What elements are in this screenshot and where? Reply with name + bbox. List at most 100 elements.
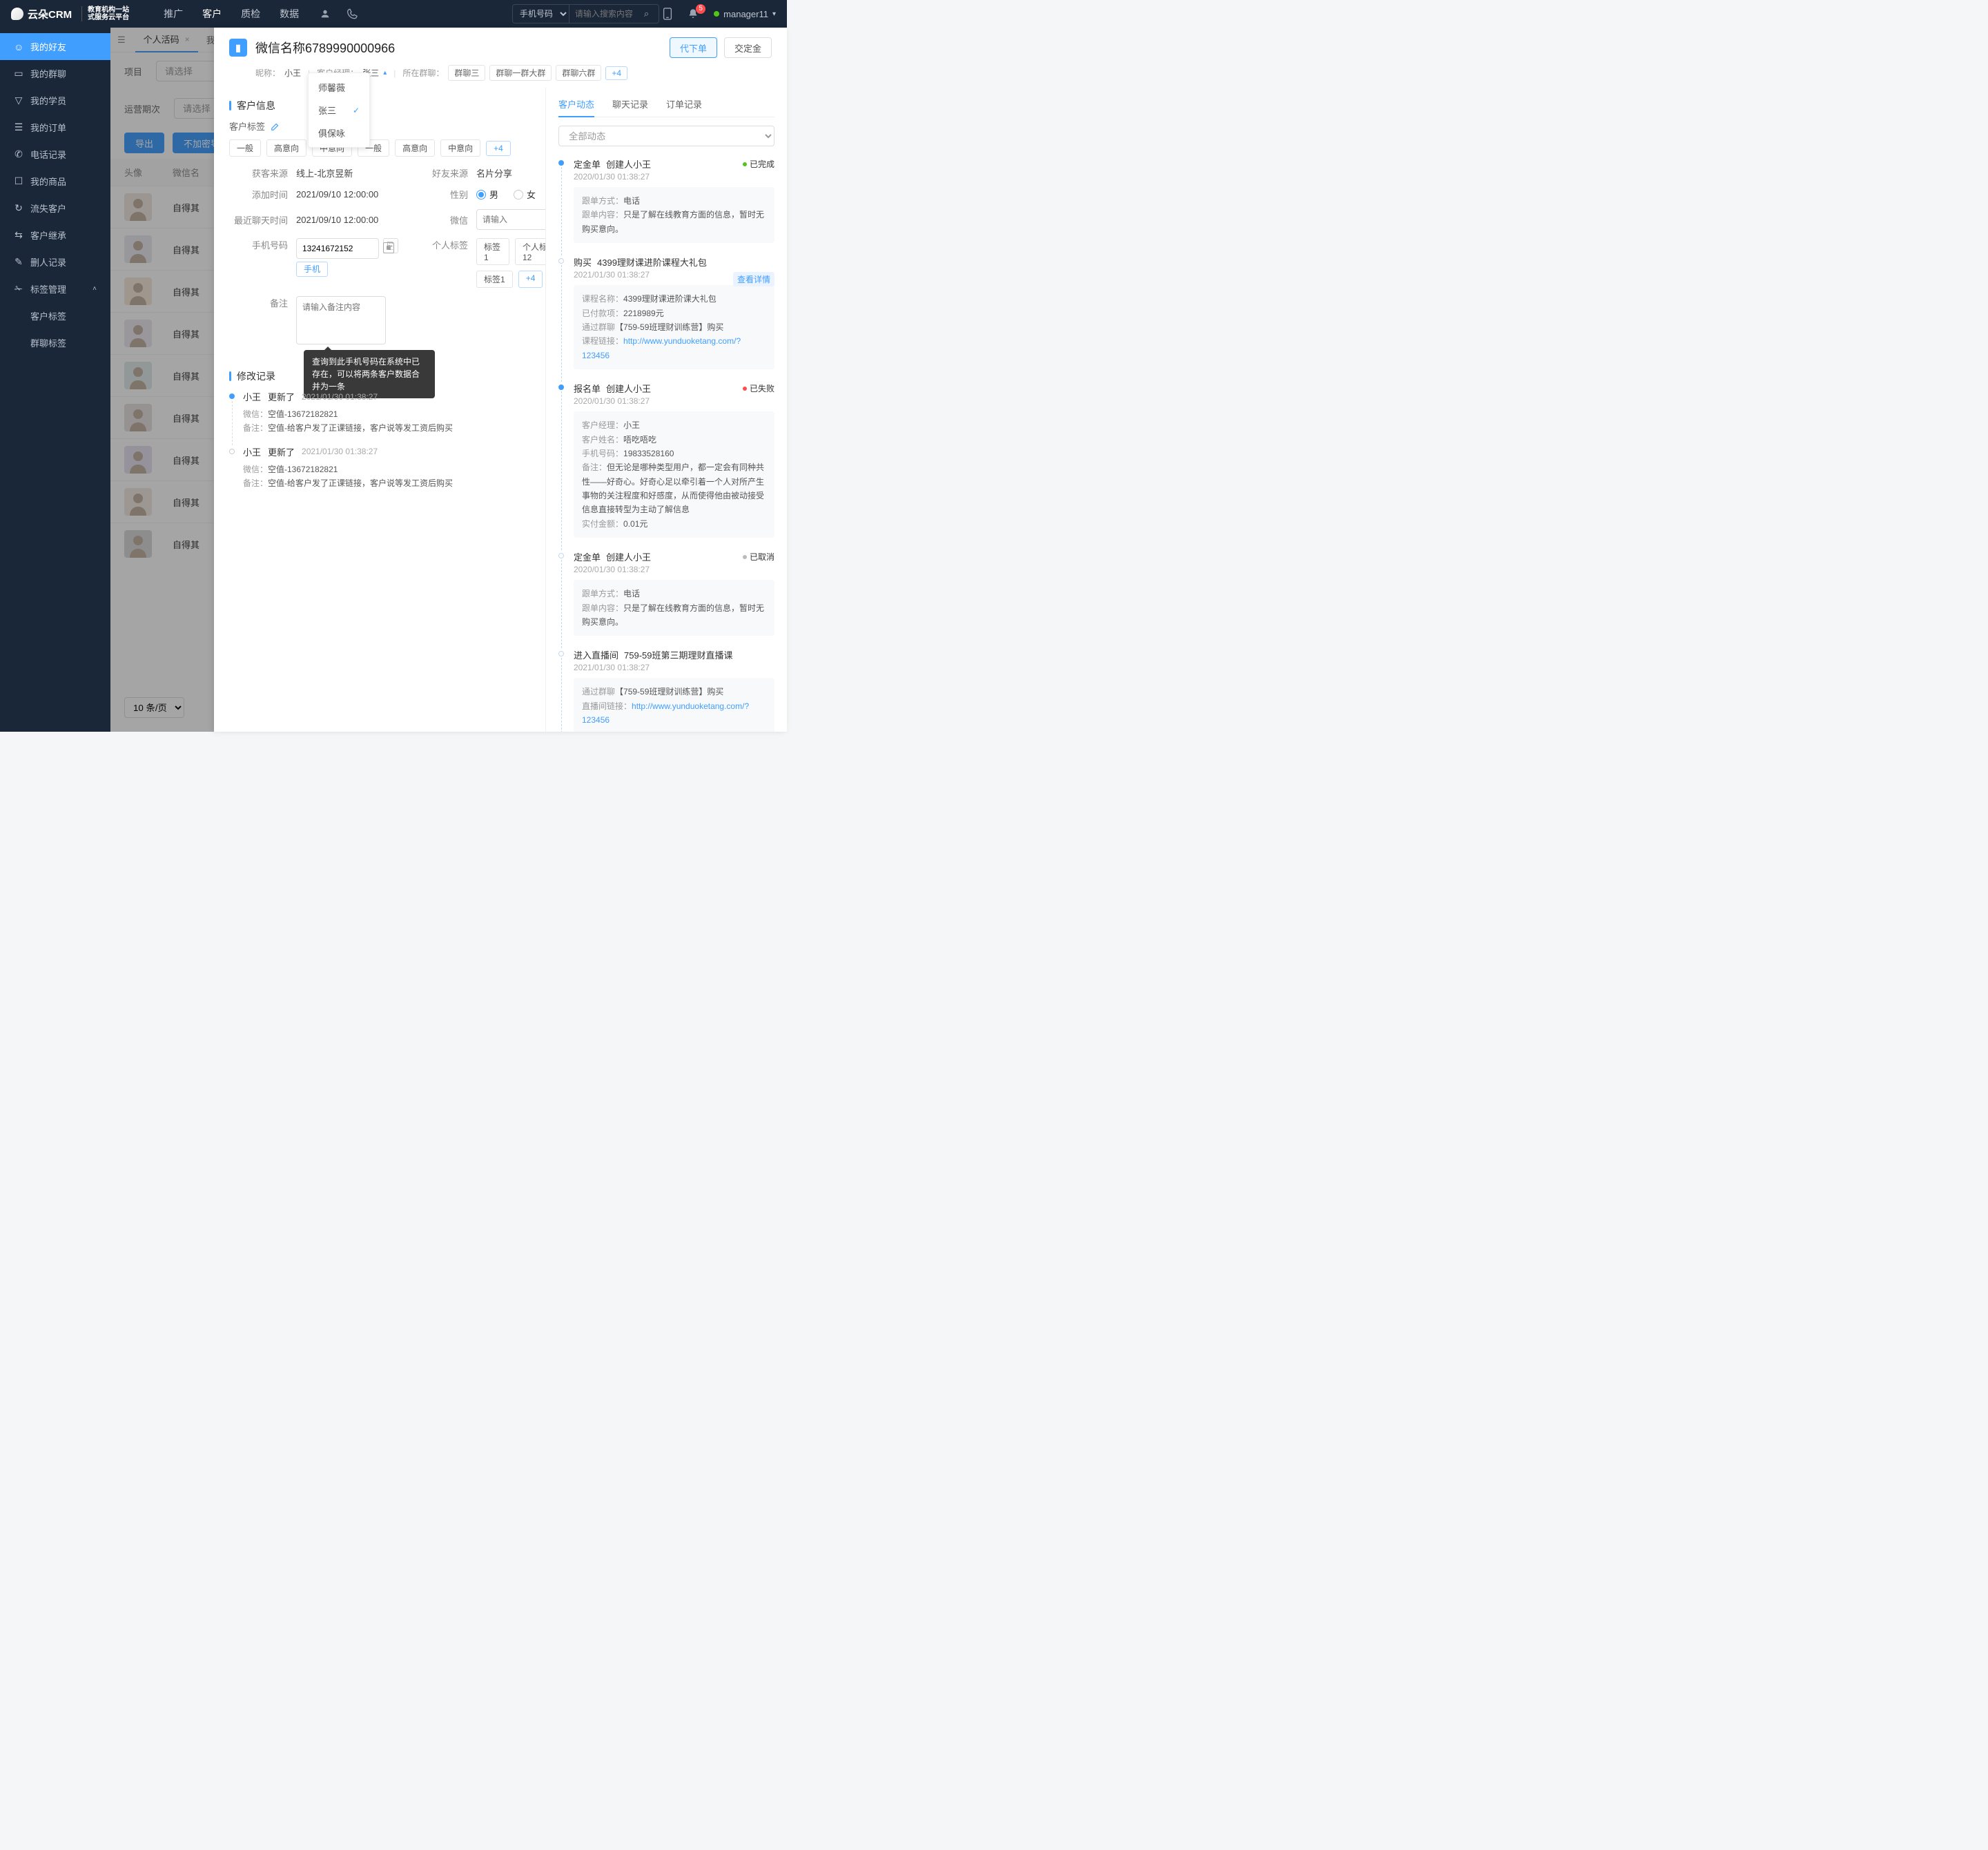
meta-nick-label: 昵称： bbox=[255, 67, 280, 79]
gender-female-radio[interactable]: 女 bbox=[514, 188, 536, 201]
phone-input[interactable] bbox=[296, 238, 379, 259]
personal-tag[interactable]: 标签1 bbox=[476, 271, 513, 288]
search-type-select[interactable]: 手机号码 bbox=[512, 4, 569, 23]
add-time-label: 添加时间 bbox=[229, 188, 288, 201]
deposit-button[interactable]: 交定金 bbox=[724, 37, 772, 58]
sidebar-item-tags[interactable]: ✁标签管理˄ bbox=[0, 275, 110, 302]
timeline-item: 定金单创建人小王已取消2020/01/30 01:38:27跟单方式：电话跟单内… bbox=[558, 550, 774, 636]
customer-tag[interactable]: 高意向 bbox=[395, 139, 435, 157]
groups-icon: ▭ bbox=[14, 68, 23, 79]
mgr-dropdown-toggle[interactable]: ▴ bbox=[383, 69, 387, 77]
remark-textarea[interactable] bbox=[296, 296, 386, 344]
panel-title: 微信名称6789990000966 bbox=[255, 39, 395, 57]
customer-tag[interactable]: 中意向 bbox=[440, 139, 480, 157]
tab-order-log[interactable]: 订单记录 bbox=[666, 97, 702, 117]
inherit-icon: ⇆ bbox=[14, 229, 23, 241]
sidebar-sub-customer-tags[interactable]: 客户标签 bbox=[0, 302, 110, 329]
user-menu[interactable]: manager11 ▾ bbox=[714, 9, 776, 19]
sidebar-item-inherit[interactable]: ⇆客户继承 bbox=[0, 222, 110, 249]
customer-detail-panel: ▮ 微信名称6789990000966 代下单 交定金 昵称： 小王 | 客户经… bbox=[214, 28, 787, 732]
remark-label: 备注 bbox=[229, 296, 288, 309]
check-icon: ✓ bbox=[353, 106, 360, 115]
dropdown-option[interactable]: 张三✓ bbox=[309, 99, 369, 121]
sidebar-item-orders[interactable]: ☰我的订单 bbox=[0, 114, 110, 141]
sidebar-item-calls[interactable]: ✆电话记录 bbox=[0, 141, 110, 168]
personal-tag[interactable]: 标签1 bbox=[476, 238, 509, 265]
personal-tags-label: 个人标签 bbox=[409, 238, 468, 251]
top-search: 手机号码 ⌕ bbox=[512, 4, 649, 23]
last-chat-label: 最近聊天时间 bbox=[229, 213, 288, 226]
dropdown-option[interactable]: 师馨薇 bbox=[309, 76, 369, 99]
group-chip[interactable]: 群聊一群大群 bbox=[489, 65, 552, 81]
bell-icon[interactable]: 5 bbox=[688, 8, 699, 19]
timeline-item: 进入直播间759-59班第三期理财直播课2021/01/30 01:38:27通… bbox=[558, 648, 774, 732]
products-icon: ☐ bbox=[14, 175, 23, 187]
personal-tag-more[interactable]: +4 bbox=[518, 271, 543, 288]
timeline-item: 定金单创建人小王已完成2020/01/30 01:38:27跟单方式：电话跟单内… bbox=[558, 157, 774, 243]
tab-chat-log[interactable]: 聊天记录 bbox=[612, 97, 648, 117]
calls-icon: ✆ bbox=[14, 148, 23, 160]
chevron-down-icon: ▾ bbox=[772, 10, 776, 18]
wechat-label: 微信 bbox=[409, 213, 468, 226]
tab-customer-activity[interactable]: 客户动态 bbox=[558, 97, 594, 117]
friends-icon: ☺ bbox=[14, 41, 23, 52]
gender-male-radio[interactable]: 男 bbox=[476, 188, 498, 201]
sidebar-item-lost[interactable]: ↻流失客户 bbox=[0, 195, 110, 222]
dropdown-option[interactable]: 俱保咏 bbox=[309, 121, 369, 144]
customer-tag[interactable]: 一般 bbox=[229, 139, 261, 157]
topnav-promo[interactable]: 推广 bbox=[164, 7, 183, 21]
friend-src-label: 好友来源 bbox=[409, 166, 468, 179]
logo: 云朵CRM 教育机构一站式服务云平台 bbox=[11, 6, 129, 21]
personal-tag[interactable]: 个人标签12 bbox=[515, 238, 545, 265]
sidebar-item-delete-log[interactable]: ✎删人记录 bbox=[0, 249, 110, 275]
sidebar-sub-group-tags[interactable]: 群聊标签 bbox=[0, 329, 110, 356]
status-badge: 已失败 bbox=[743, 382, 774, 394]
online-status-dot bbox=[714, 11, 719, 17]
lost-icon: ↻ bbox=[14, 202, 23, 214]
sidebar-item-groups[interactable]: ▭我的群聊 bbox=[0, 60, 110, 87]
topbar: 云朵CRM 教育机构一站式服务云平台 推广 客户 质检 数据 手机号码 ⌕ 5 … bbox=[0, 0, 787, 28]
group-chip[interactable]: 群聊六群 bbox=[556, 65, 601, 81]
edit-tags-icon[interactable] bbox=[271, 121, 280, 131]
last-chat-value: 2021/09/10 12:00:00 bbox=[296, 215, 378, 225]
manager-dropdown: 师馨薇 张三✓ 俱保咏 bbox=[308, 72, 370, 148]
add-time-value: 2021/09/10 12:00:00 bbox=[296, 189, 378, 199]
meta-nick: 小王 bbox=[284, 67, 301, 79]
customer-tag-more[interactable]: +4 bbox=[486, 141, 511, 156]
section-history-title: 修改记录 bbox=[237, 369, 275, 383]
gender-label: 性别 bbox=[409, 188, 468, 201]
section-info-title: 客户信息 bbox=[237, 99, 275, 113]
topnav-qc[interactable]: 质检 bbox=[241, 7, 260, 21]
orders-icon: ☰ bbox=[14, 121, 23, 133]
scan-icon[interactable]: ▦ bbox=[383, 242, 394, 253]
search-icon[interactable]: ⌕ bbox=[644, 8, 649, 19]
group-chip[interactable]: 群聊三 bbox=[448, 65, 485, 81]
customer-avatar-icon: ▮ bbox=[229, 39, 247, 57]
customer-tag[interactable]: 高意向 bbox=[266, 139, 306, 157]
status-badge: 已完成 bbox=[743, 158, 774, 170]
mobile-icon[interactable] bbox=[663, 8, 672, 20]
user-icon[interactable] bbox=[320, 8, 331, 19]
sidebar-item-friends[interactable]: ☺我的好友 bbox=[0, 33, 110, 60]
sidebar-item-students[interactable]: ▽我的学员 bbox=[0, 87, 110, 114]
proxy-order-button[interactable]: 代下单 bbox=[670, 37, 717, 58]
source-value: 线上-北京昱新 bbox=[296, 166, 353, 179]
history-item: 小王更新了2021/01/30 01:38:27微信：空值-1367218282… bbox=[229, 390, 530, 436]
students-icon: ▽ bbox=[14, 95, 23, 106]
sidebar: ☺我的好友 ▭我的群聊 ▽我的学员 ☰我的订单 ✆电话记录 ☐我的商品 ↻流失客… bbox=[0, 28, 110, 732]
wechat-input[interactable] bbox=[476, 209, 545, 230]
topnav-customer[interactable]: 客户 bbox=[202, 7, 222, 21]
topnav-data[interactable]: 数据 bbox=[280, 7, 299, 21]
phone-icon[interactable] bbox=[347, 8, 358, 19]
phone-tag[interactable]: 手机 bbox=[296, 262, 328, 277]
sidebar-item-products[interactable]: ☐我的商品 bbox=[0, 168, 110, 195]
customer-tags-label: 客户标签 bbox=[229, 119, 265, 133]
logo-subtitle: 教育机构一站式服务云平台 bbox=[81, 6, 129, 21]
status-badge: 已取消 bbox=[743, 551, 774, 563]
view-detail-button[interactable]: 查看详情 bbox=[733, 272, 774, 286]
delete-log-icon: ✎ bbox=[14, 256, 23, 268]
phone-label: 手机号码 bbox=[229, 238, 288, 251]
activity-filter-select[interactable]: 全部动态 bbox=[558, 126, 774, 146]
group-chip-more[interactable]: +4 bbox=[605, 66, 627, 80]
chevron-up-icon: ˄ bbox=[92, 285, 97, 293]
